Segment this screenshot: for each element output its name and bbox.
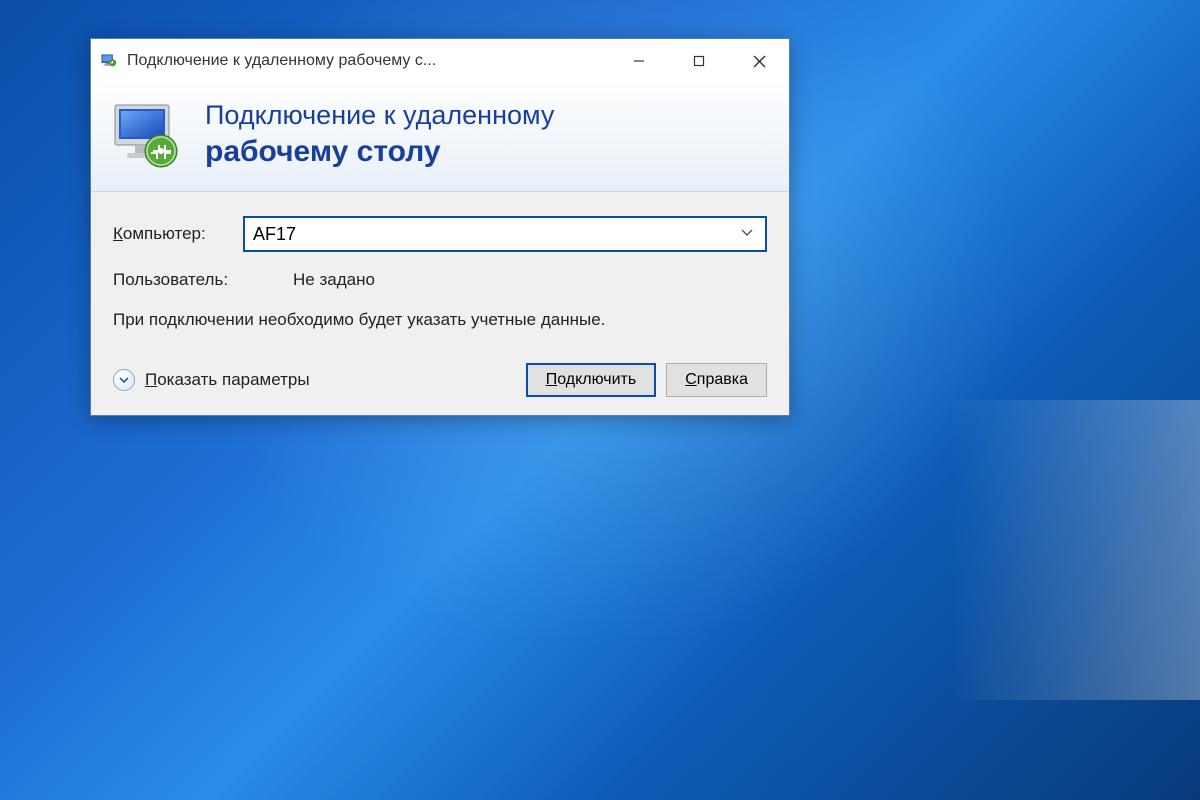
header-line2: рабочему столу: [205, 133, 554, 171]
close-button[interactable]: [729, 39, 789, 83]
help-button-underline: С: [685, 371, 697, 388]
header-line1: Подключение к удаленному: [205, 99, 554, 133]
rdp-title-icon: [99, 51, 119, 71]
rdp-dialog: Подключение к удаленному рабочему с...: [90, 38, 790, 416]
computer-row: Компьютер:: [113, 216, 767, 252]
rdp-header-icon: [107, 95, 187, 175]
header-text: Подключение к удаленному рабочему столу: [205, 99, 554, 170]
chevron-down-icon[interactable]: [737, 229, 757, 240]
connect-button-underline: П: [546, 371, 558, 388]
titlebar[interactable]: Подключение к удаленному рабочему с...: [91, 39, 789, 83]
help-button[interactable]: Справка: [666, 363, 767, 397]
window-title: Подключение к удаленному рабочему с...: [127, 52, 609, 70]
connect-button-rest: одключить: [557, 371, 636, 388]
help-button-rest: правка: [697, 371, 748, 388]
expand-chevron-icon[interactable]: [113, 369, 135, 391]
credentials-hint: При подключении необходимо будет указать…: [113, 308, 767, 333]
connect-button[interactable]: Подключить: [526, 363, 656, 397]
user-value: Не задано: [293, 270, 375, 290]
computer-combobox[interactable]: [243, 216, 767, 252]
footer: Показать параметры Подключить Справка: [113, 363, 767, 397]
user-row: Пользователь: Не задано: [113, 270, 767, 290]
header-banner: Подключение к удаленному рабочему столу: [91, 83, 789, 192]
computer-label: Компьютер:: [113, 224, 243, 244]
minimize-button[interactable]: [609, 39, 669, 83]
window-controls: [609, 39, 789, 83]
user-label: Пользователь:: [113, 270, 243, 290]
dialog-body: Компьютер: Пользователь: Не задано При п…: [91, 192, 789, 415]
computer-input[interactable]: [253, 224, 737, 245]
show-options-link[interactable]: Показать параметры: [145, 370, 516, 390]
maximize-button[interactable]: [669, 39, 729, 83]
